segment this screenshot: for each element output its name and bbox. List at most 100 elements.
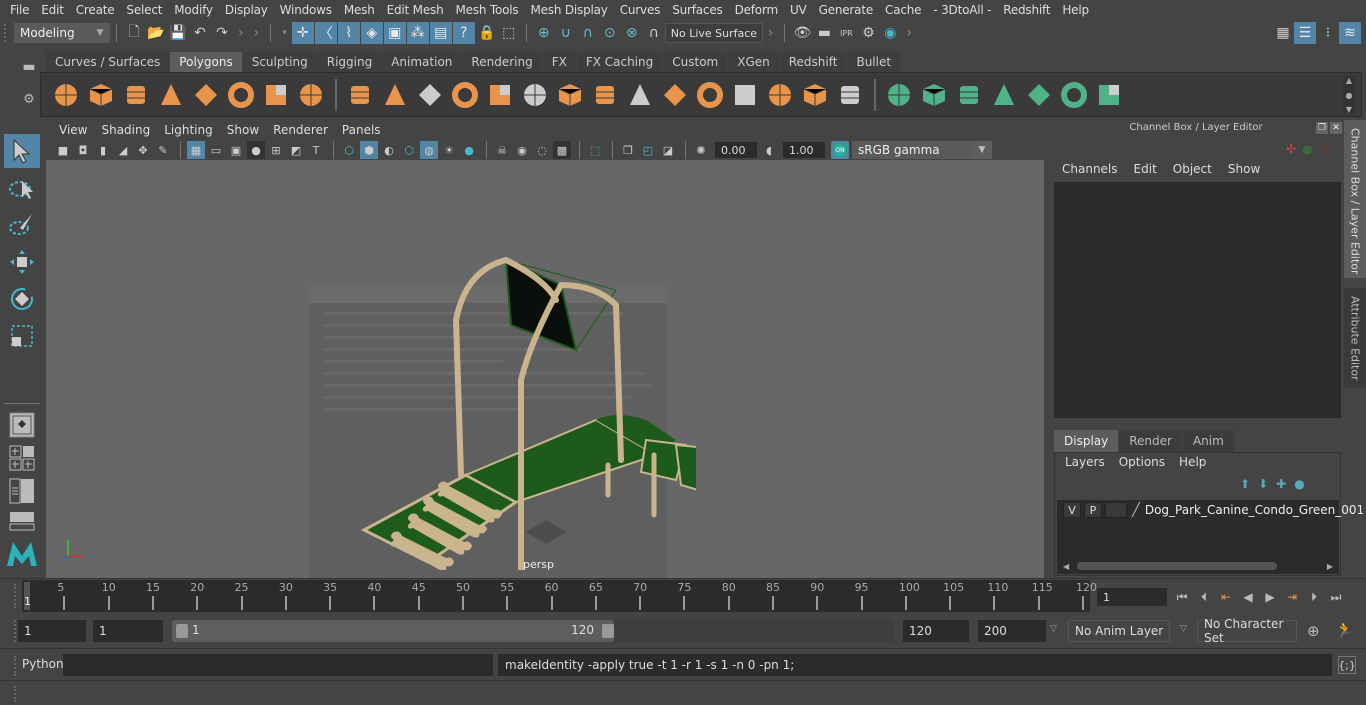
poly-pyramid-icon[interactable] — [259, 78, 293, 112]
textured-icon[interactable]: ◍ — [420, 141, 438, 159]
modeling-toolkit-icon[interactable]: ▦ — [1272, 22, 1294, 44]
grip-handle[interactable] — [14, 686, 20, 702]
select-by-component-type-icon[interactable]: ◈ — [360, 22, 383, 44]
shelf-tab-sculpting[interactable]: Sculpting — [242, 52, 317, 72]
color-management-toggle[interactable]: ON — [831, 141, 849, 159]
speed-toggle-icon[interactable]: ● — [1302, 142, 1312, 156]
script-editor-icon[interactable]: {;} — [1338, 656, 1356, 674]
channel-box-menu-edit[interactable]: Edit — [1126, 162, 1165, 176]
extrude-icon[interactable] — [588, 78, 622, 112]
select-lattice-icon[interactable]: ⁂ — [406, 22, 429, 44]
scene-start-field[interactable]: 1 — [18, 620, 86, 642]
menu-uv[interactable]: UV — [784, 3, 813, 17]
layer-playback-toggle[interactable]: P — [1084, 502, 1102, 518]
layer-tab-render[interactable]: Render — [1119, 430, 1182, 452]
menu-edit-mesh[interactable]: Edit Mesh — [381, 3, 450, 17]
menu-display[interactable]: Display — [219, 3, 274, 17]
rotate-tool-icon[interactable] — [4, 282, 40, 316]
shadows-icon[interactable]: ● — [460, 141, 478, 159]
tab-attribute-editor[interactable]: Attribute Editor — [1344, 288, 1366, 388]
panel-menu-lighting[interactable]: Lighting — [157, 123, 220, 137]
cylindrical-uv-icon[interactable] — [917, 78, 951, 112]
new-empty-layer-icon[interactable]: ✚ — [1276, 477, 1286, 491]
gate-mask-icon[interactable]: ● — [247, 141, 265, 159]
play-forwards-icon[interactable]: ▶ — [1261, 588, 1279, 606]
persp-graph-layout-icon[interactable] — [4, 509, 40, 533]
select-tool-icon[interactable] — [4, 134, 40, 168]
panel-menu-renderer[interactable]: Renderer — [266, 123, 335, 137]
go-to-end-icon[interactable]: ⏭ — [1327, 588, 1345, 606]
channel-box-icon[interactable]: ≋ — [1339, 22, 1361, 44]
render-settings-icon[interactable]: ⚙ — [857, 22, 879, 44]
scroll-right-icon[interactable]: ▶ — [1327, 562, 1333, 571]
scroll-left-icon[interactable]: ◀ — [1063, 562, 1069, 571]
channel-box-menu-channels[interactable]: Channels — [1054, 162, 1126, 176]
shelf-tab-curves-surfaces[interactable]: Curves / Surfaces — [46, 52, 170, 72]
exposure-field[interactable]: 0.00 — [715, 142, 757, 158]
select-highlight-icon[interactable]: ⬚ — [498, 22, 520, 44]
anti-aliasing-icon[interactable]: ◌ — [533, 141, 551, 159]
menu-select[interactable]: Select — [120, 3, 168, 17]
lasso-tool-icon[interactable] — [4, 171, 40, 205]
step-back-key-icon[interactable]: ⇤ — [1217, 588, 1235, 606]
collapse-arrow-icon[interactable]: › — [901, 25, 917, 41]
shelf-tab-fx-caching[interactable]: FX Caching — [576, 52, 663, 72]
merge-icon[interactable] — [763, 78, 797, 112]
poly-cube-icon[interactable] — [84, 78, 118, 112]
dog-park-canine-condo-model[interactable] — [346, 240, 696, 570]
redo-icon[interactable]: ↷ — [211, 22, 233, 44]
grip-handle[interactable] — [4, 24, 10, 42]
range-slider-bar[interactable]: 1 120 — [172, 620, 614, 642]
playback-start-field[interactable]: 1 — [93, 620, 163, 642]
chevron-down-icon[interactable]: ▾ — [277, 28, 292, 38]
layer-menu-options[interactable]: Options — [1112, 455, 1172, 469]
menu-mesh[interactable]: Mesh — [338, 3, 381, 17]
poly-pipe-icon[interactable] — [294, 78, 328, 112]
save-scene-icon[interactable]: 💾 — [167, 22, 189, 44]
single-perspective-layout-icon[interactable] — [4, 410, 40, 440]
menu-generate[interactable]: Generate — [813, 3, 879, 17]
layer-row[interactable]: V P ╱ Dog_Park_Canine_Condo_Green_001 — [1063, 502, 1364, 518]
smooth-shade-icon[interactable]: ⬢ — [360, 141, 378, 159]
combine-icon[interactable] — [343, 78, 377, 112]
tool-settings-icon[interactable]: ⁝ — [1317, 22, 1339, 44]
select-objects-icon[interactable]: 〈 — [314, 22, 337, 44]
menu-3dtoall[interactable]: - 3DtoAll - — [927, 3, 997, 17]
collapse-arrow-icon[interactable]: › — [233, 25, 249, 41]
collapse-icon[interactable] — [833, 78, 867, 112]
two-d-pan-zoom-icon[interactable]: ✥ — [134, 141, 152, 159]
float-panel-icon[interactable]: ❐ — [1316, 122, 1328, 134]
menu-set-dropdown[interactable]: Modeling ▼ — [14, 23, 110, 43]
character-set-dropdown[interactable]: No Character Set — [1197, 617, 1297, 645]
depth-of-field-icon[interactable]: ▩ — [553, 141, 571, 159]
ipr-render-icon[interactable]: IPR — [835, 22, 857, 44]
bridge-icon[interactable] — [623, 78, 657, 112]
script-language-toggle[interactable]: Python — [22, 657, 64, 671]
film-gate-icon[interactable]: ▭ — [207, 141, 225, 159]
safe-title-icon[interactable]: T — [307, 141, 325, 159]
animation-preferences-icon[interactable]: 🏃 — [1335, 621, 1354, 639]
select-surface-icon[interactable]: ▣ — [383, 22, 406, 44]
snap-view-plane-icon[interactable]: ⊙ — [599, 22, 621, 44]
scrollbar-thumb[interactable] — [1077, 562, 1278, 570]
menu-modify[interactable]: Modify — [168, 3, 219, 17]
render-frame-icon[interactable]: ▬ — [813, 22, 835, 44]
target-weld-icon[interactable] — [798, 78, 832, 112]
play-backwards-icon[interactable]: ◀ — [1239, 588, 1257, 606]
attribute-editor-icon[interactable]: ☰ — [1294, 22, 1316, 44]
view-transform-dropdown[interactable]: sRGB gamma ▼ — [852, 141, 992, 159]
planar-uv-icon[interactable] — [882, 78, 916, 112]
four-view-layout-icon[interactable] — [4, 443, 40, 473]
wireframe-on-shaded-icon[interactable]: ⬡ — [400, 141, 418, 159]
time-slider[interactable]: 1 5 10 15 20 25 30 35 40 45 50 55 60 65 70 75 80 85 90 95 1… — [22, 580, 1097, 612]
poly-plane-icon[interactable] — [189, 78, 223, 112]
select-misc-icon[interactable]: ? — [452, 22, 475, 44]
shelf-tab-fx[interactable]: FX — [542, 52, 576, 72]
step-forward-key-icon[interactable]: ⇥ — [1283, 588, 1301, 606]
channel-box-menu-show[interactable]: Show — [1220, 162, 1268, 176]
use-all-lights-icon[interactable]: ☀ — [440, 141, 458, 159]
layer-color-swatch[interactable]: ╱ — [1132, 503, 1140, 518]
undo-icon[interactable]: ↶ — [189, 22, 211, 44]
shelf-tab-polygons[interactable]: Polygons — [170, 52, 242, 72]
panel-menu-shading[interactable]: Shading — [94, 123, 157, 137]
